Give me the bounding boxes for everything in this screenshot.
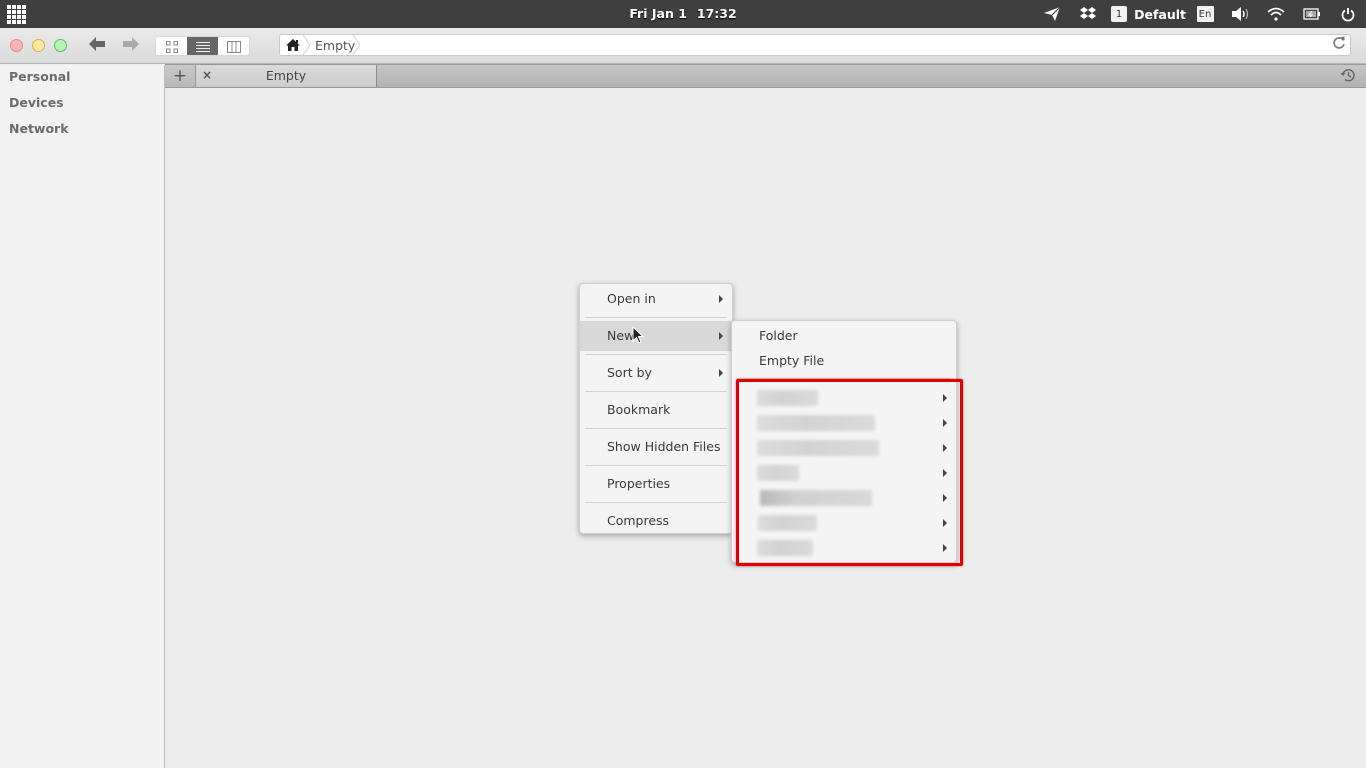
sidebar: Personal Devices Network bbox=[0, 65, 165, 768]
menu-separator bbox=[585, 354, 727, 355]
menu-separator bbox=[585, 391, 727, 392]
columns-icon bbox=[226, 41, 241, 53]
menu-item-label: Empty File bbox=[759, 353, 825, 368]
menu-separator bbox=[585, 428, 727, 429]
menu-item-label: Open in bbox=[607, 291, 656, 306]
view-switcher bbox=[155, 36, 250, 56]
list-view-button[interactable] bbox=[187, 37, 218, 55]
dropbox-icon[interactable] bbox=[1071, 0, 1105, 28]
menu-item-label: New bbox=[607, 328, 635, 343]
time: 17:32 bbox=[696, 6, 737, 21]
submenu-arrow-icon bbox=[719, 369, 723, 377]
tab-label: Empty bbox=[265, 68, 307, 83]
menu-item-properties[interactable]: Properties bbox=[580, 469, 732, 499]
location-bar[interactable]: Empty bbox=[279, 34, 1351, 56]
menu-item-sort-by[interactable]: Sort by bbox=[580, 358, 732, 388]
workspace-switcher[interactable]: 1 Default bbox=[1105, 0, 1186, 28]
column-view-button[interactable] bbox=[218, 37, 249, 55]
menu-separator bbox=[585, 502, 727, 503]
menu-item-bookmark[interactable]: Bookmark bbox=[580, 395, 732, 425]
header-toolbar: Empty bbox=[0, 28, 1366, 64]
sidebar-section-personal[interactable]: Personal bbox=[9, 69, 70, 84]
submenu-arrow-icon bbox=[719, 295, 723, 303]
grid-icon bbox=[165, 41, 178, 53]
workspace-label: Default bbox=[1134, 6, 1186, 22]
power-icon[interactable] bbox=[1330, 0, 1366, 28]
home-icon[interactable] bbox=[285, 38, 301, 56]
context-menu: Open in New Sort by Bookmark Show Hidden… bbox=[579, 283, 733, 534]
list-icon bbox=[195, 42, 210, 52]
tab-empty[interactable]: × Empty bbox=[196, 65, 377, 87]
indicator-area: 1 Default En bbox=[1033, 0, 1366, 28]
mouse-pointer-icon bbox=[632, 325, 645, 348]
forward-button[interactable] bbox=[122, 36, 140, 57]
minimize-window-button[interactable] bbox=[32, 39, 45, 52]
sidebar-section-network[interactable]: Network bbox=[9, 121, 69, 136]
keyboard-layout[interactable]: En bbox=[1186, 0, 1224, 28]
keyboard-layout-label: En bbox=[1196, 6, 1214, 22]
history-icon[interactable] bbox=[1340, 67, 1356, 87]
battery-icon[interactable] bbox=[1294, 0, 1330, 28]
close-window-button[interactable] bbox=[10, 39, 23, 52]
menu-separator bbox=[585, 465, 727, 466]
new-tab-button[interactable]: + bbox=[165, 65, 196, 87]
tab-bar: + × Empty bbox=[165, 64, 1366, 88]
breadcrumb-empty[interactable]: Empty bbox=[315, 38, 355, 53]
paper-plane-icon[interactable] bbox=[1033, 0, 1071, 28]
menu-item-label: Properties bbox=[607, 476, 671, 491]
maximize-window-button[interactable] bbox=[54, 39, 67, 52]
menu-item-show-hidden-files[interactable]: Show Hidden Files bbox=[580, 432, 732, 462]
menu-item-compress[interactable]: Compress bbox=[580, 506, 732, 536]
menu-item-label: Show Hidden Files bbox=[607, 439, 721, 454]
submenu-arrow-icon bbox=[719, 332, 723, 340]
speaker-icon[interactable] bbox=[1224, 0, 1258, 28]
arrow-left-icon bbox=[89, 37, 105, 51]
reload-icon[interactable] bbox=[1332, 36, 1346, 54]
sidebar-section-devices[interactable]: Devices bbox=[9, 95, 64, 110]
menu-item-label: Folder bbox=[759, 328, 798, 343]
menu-item-open-in[interactable]: Open in bbox=[580, 284, 732, 314]
breadcrumb-separator bbox=[302, 35, 311, 55]
red-highlight-annotation bbox=[736, 379, 963, 566]
menu-separator bbox=[585, 317, 727, 318]
back-button[interactable] bbox=[88, 36, 106, 57]
icon-view-button[interactable] bbox=[156, 37, 187, 55]
menu-item-label: Compress bbox=[607, 513, 670, 528]
menu-item-label: Sort by bbox=[607, 365, 652, 380]
date: Fri Jan 1 bbox=[629, 6, 687, 21]
menu-item-label: Bookmark bbox=[607, 402, 671, 417]
wifi-icon[interactable] bbox=[1258, 0, 1294, 28]
breadcrumb-separator bbox=[352, 35, 361, 55]
arrow-right-icon bbox=[123, 37, 139, 51]
submenu-item-folder[interactable]: Folder bbox=[732, 321, 956, 347]
menu-item-new[interactable]: New bbox=[580, 321, 732, 351]
workspace-number: 1 bbox=[1111, 6, 1128, 22]
top-panel: Fri Jan 1 17:32 1 Default En bbox=[0, 0, 1366, 28]
submenu-item-empty-file[interactable]: Empty File bbox=[732, 346, 956, 372]
